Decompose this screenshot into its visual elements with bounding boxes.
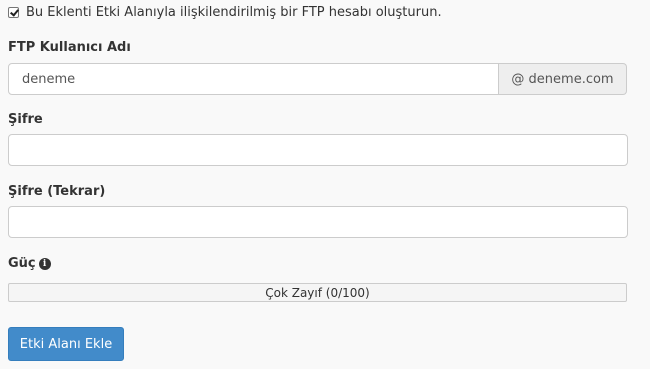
password-label: Şifre [8,112,43,127]
password-strength-meter: Çok Zayıf (0/100) [8,283,627,302]
strength-label: Güç [8,256,36,271]
ftp-username-label: FTP Kullanıcı Adı [8,40,131,55]
domain-suffix-addon: @ deneme.com [499,63,627,95]
ftp-account-checkbox-row[interactable]: Bu Eklenti Etki Alanıyla ilişkilendirilm… [8,5,442,20]
strength-meter-text: Çok Zayıf (0/100) [265,285,370,300]
add-domain-button[interactable]: Etki Alanı Ekle [8,327,124,361]
password-input[interactable] [8,134,628,166]
ftp-account-checkbox[interactable] [8,7,19,18]
ftp-username-group: deneme @ deneme.com [8,63,627,95]
strength-label-row: Güç i [8,256,51,271]
password-confirm-input[interactable] [8,206,628,238]
ftp-username-input[interactable]: deneme [8,63,499,95]
password-confirm-label: Şifre (Tekrar) [8,184,106,199]
ftp-account-checkbox-label: Bu Eklenti Etki Alanıyla ilişkilendirilm… [26,5,442,20]
info-icon[interactable]: i [38,258,51,270]
